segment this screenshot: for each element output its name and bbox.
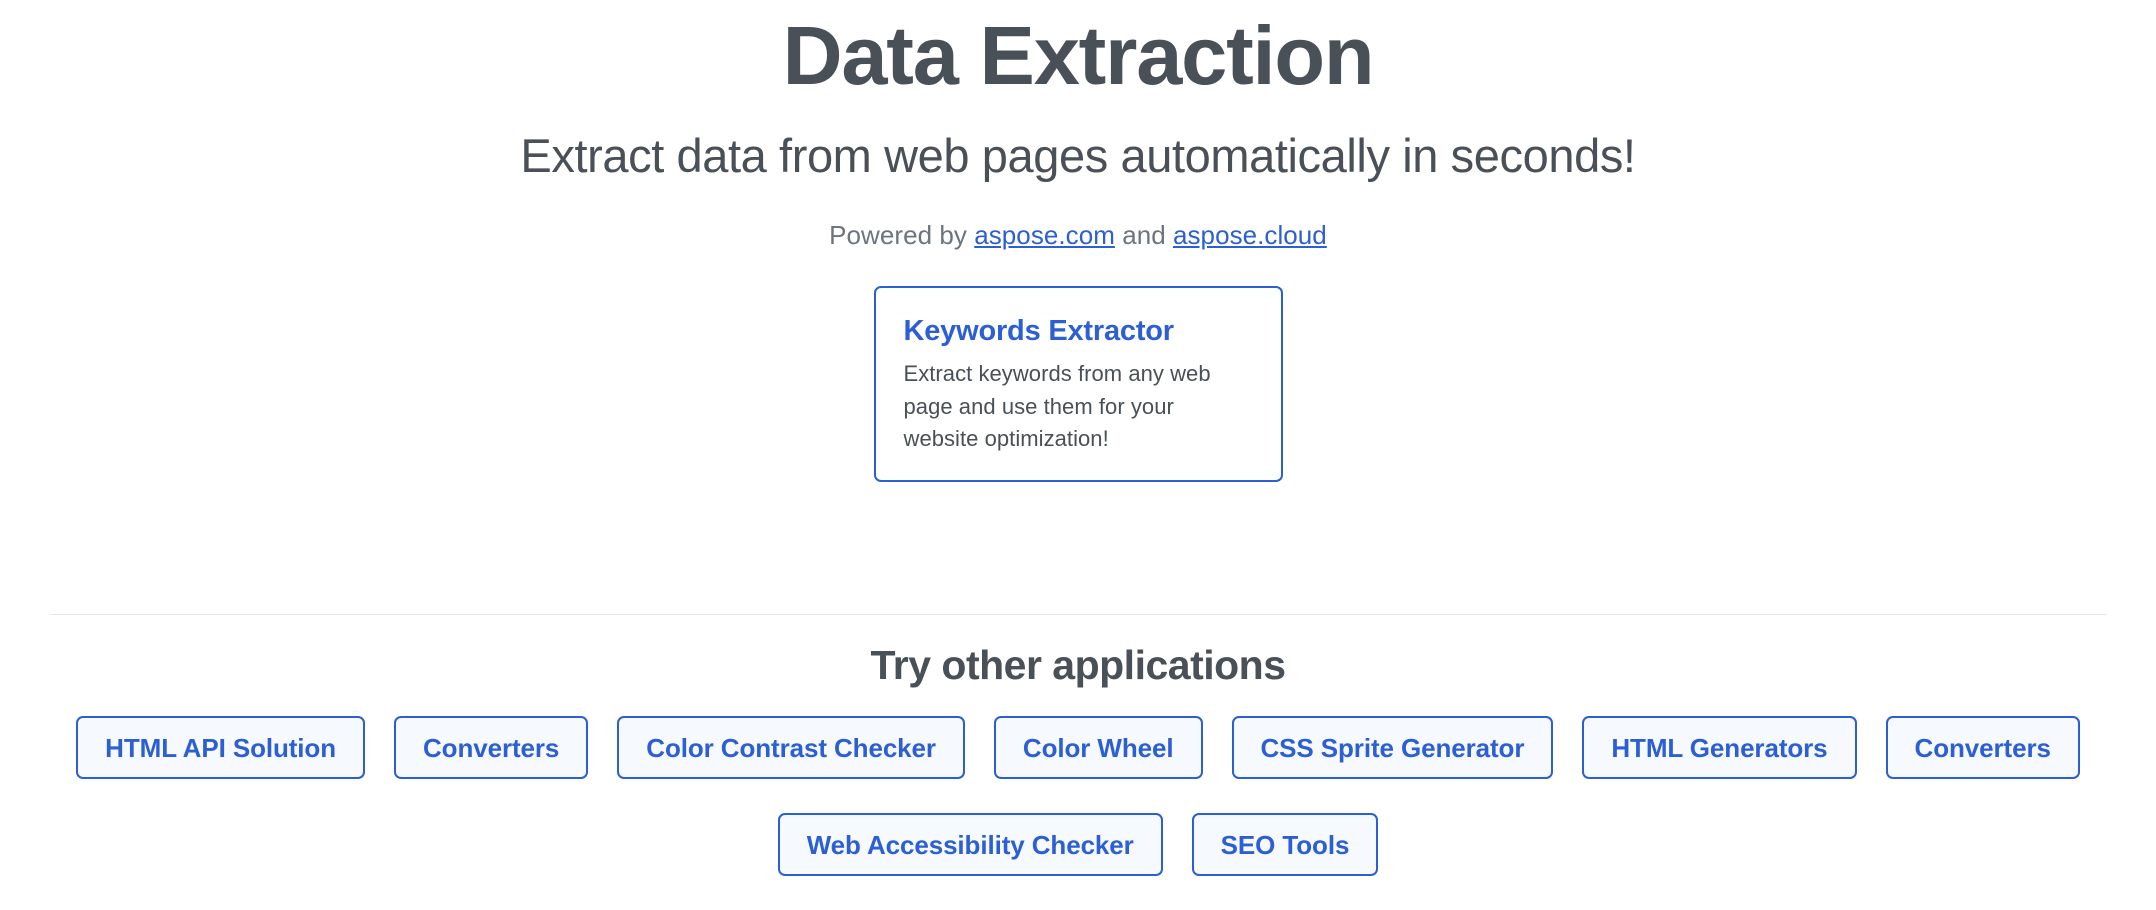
app-button-row-1: HTML API Solution Converters Color Contras… — [0, 689, 2156, 779]
app-button[interactable]: Converters — [394, 716, 589, 779]
app-button[interactable]: Converters — [1885, 716, 2080, 779]
page-title: Data Extraction — [782, 9, 1375, 102]
app-button[interactable]: Color Contrast Checker — [617, 716, 965, 779]
page-root: Data Extraction Extract data from web pa… — [0, 0, 2156, 910]
powered-by-prefix: Powered by — [829, 219, 975, 250]
keywords-extractor-card-description: Extract keywords from any web page and u… — [903, 361, 1211, 452]
app-button[interactable]: SEO Tools — [1191, 813, 1379, 876]
aspose-cloud-link[interactable]: aspose.cloud — [1173, 220, 1327, 250]
other-applications-section: Try other applications HTML API Solution… — [0, 614, 2156, 876]
powered-by-line: Powered by aspose.com and aspose.cloud — [0, 183, 2156, 253]
hero-section: Data Extraction Extract data from web pa… — [0, 0, 2156, 482]
keywords-extractor-card[interactable]: Keywords Extractor Extract keywords from… — [873, 285, 1283, 482]
aspose-com-link[interactable]: aspose.com — [974, 220, 1115, 250]
app-button[interactable]: CSS Sprite Generator — [1231, 716, 1554, 779]
app-button[interactable]: HTML Generators — [1582, 716, 1857, 779]
app-button-row-2: Web Accessibility Checker SEO Tools — [0, 779, 2156, 876]
app-button[interactable]: HTML API Solution — [76, 716, 365, 779]
keywords-extractor-card-title: Keywords Extractor — [903, 314, 1175, 347]
page-subtitle: Extract data from web pages automaticall… — [520, 128, 1636, 182]
app-button[interactable]: Web Accessibility Checker — [777, 813, 1163, 876]
feature-card-wrapper: Keywords Extractor Extract keywords from… — [0, 253, 2156, 482]
app-button[interactable]: Color Wheel — [993, 716, 1203, 779]
powered-by-conjunction: and — [1114, 219, 1173, 250]
other-applications-title: Try other applications — [870, 642, 1286, 688]
